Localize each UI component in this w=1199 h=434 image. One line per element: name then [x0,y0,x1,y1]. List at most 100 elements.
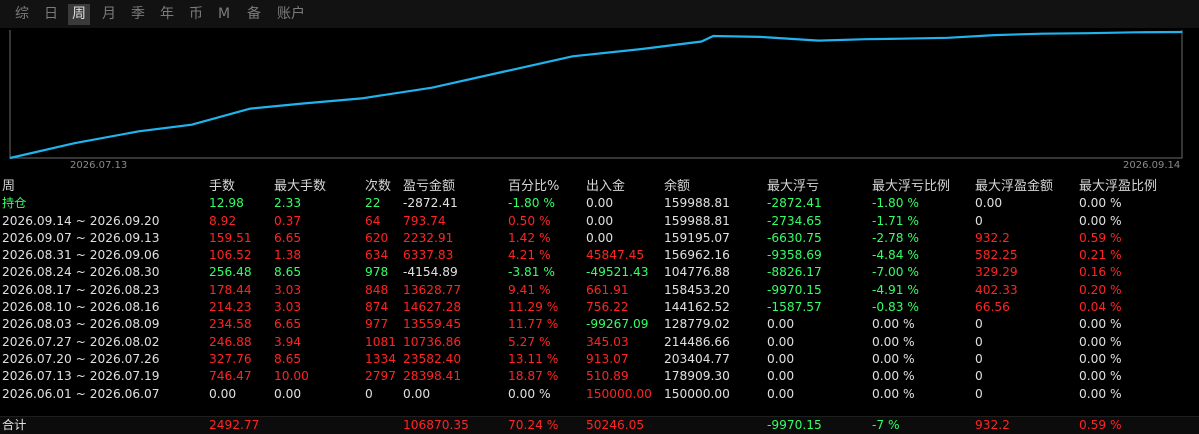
table-row-7-cell-0: 2026.08.03 ~ 2026.08.09 [2,317,160,332]
tab-8[interactable]: 备 [242,4,266,25]
tab-6[interactable]: 币 [184,4,208,25]
table-row-3-cell-1: 106.52 [209,248,252,263]
total-row-cell-10: 932.2 [975,418,1010,432]
balance-point-19 [1040,33,1042,35]
table-row-5-cell-2: 3.03 [274,282,302,297]
table-header-cell-4: 盈亏金额 [403,179,456,194]
table-row-2-cell-2: 6.65 [274,230,302,245]
table-row-3-cell-9: -4.84 % [872,248,919,263]
table-row-5-cell-10: 402.33 [975,282,1018,297]
table-row-3-cell-5: 4.21 % [508,248,551,263]
tab-4[interactable]: 季 [126,4,150,25]
table-row-1: 2026.09.14 ~ 2026.09.20 8.92 0.37 64 793.74 0… [0,213,1199,230]
total-row-cell-1: 2492.77 [209,418,260,432]
table-header-cell-0: 周 [2,179,16,194]
table-row-4-cell-7: 104776.88 [664,265,730,280]
table-row-10: 2026.07.13 ~ 2026.07.19 746.47 10.00 2797 28… [0,368,1199,385]
table-row-8-cell-7: 214486.66 [664,334,730,349]
tab-0[interactable]: 综 [10,4,34,25]
table-row-8-cell-5: 5.27 % [508,334,551,349]
table-header-cell-2: 最大手数 [274,179,327,194]
balance-point-12 [712,35,714,37]
table-row-8-cell-1: 246.88 [209,334,252,349]
tab-1[interactable]: 日 [39,4,63,25]
table-row-4-cell-9: -7.00 % [872,265,919,280]
balance-point-7 [431,87,433,89]
table-row-11-cell-9: 0.00 % [872,386,915,401]
table-row-2-cell-8: -6630.75 [767,230,822,245]
table-row-10-cell-9: 0.00 % [872,369,915,384]
table-row-3-cell-2: 1.38 [274,248,302,263]
table-row-10-cell-10: 0 [975,369,983,384]
table-row-10-cell-6: 510.89 [586,369,629,384]
table-row-11-cell-6: 150000.00 [586,386,652,401]
table-row-6-cell-7: 144162.52 [664,300,730,315]
table-row-7-cell-7: 128779.02 [664,317,730,332]
total-row-cell-11: 0.59 % [1079,418,1122,432]
table-row-9-cell-1: 327.76 [209,351,252,366]
table-row-6-cell-11: 0.04 % [1079,300,1122,315]
table-row-7-cell-4: 13559.45 [403,317,462,332]
table-row-2-cell-5: 1.42 % [508,230,551,245]
table-row-9-cell-8: 0.00 [767,351,795,366]
table-row-8-cell-9: 0.00 % [872,334,915,349]
tab-2[interactable]: 周 [68,4,90,25]
chart-axes [9,30,1183,159]
table-row-8-cell-6: 345.03 [586,334,629,349]
table-row-2: 2026.09.07 ~ 2026.09.13 159.51 6.65 620 2232… [0,230,1199,247]
table-row-5-cell-7: 158453.20 [664,282,730,297]
balance-line-chart [9,30,1183,160]
table-row-8-cell-8: 0.00 [767,334,795,349]
table-row-0-cell-8: -2872.41 [767,196,822,211]
table-row-7: 2026.08.03 ~ 2026.08.09 234.58 6.65 977 1355… [0,316,1199,333]
table-row-6-cell-6: 756.22 [586,300,629,315]
table-header-cell-8: 最大浮亏 [767,179,820,194]
table-row-8-cell-3: 1081 [365,334,397,349]
table-row-0-cell-11: 0.00 % [1079,196,1122,211]
table-row-3-cell-11: 0.21 % [1079,248,1122,263]
table-header-cell-11: 最大浮盈比例 [1079,179,1158,194]
table-row-0-cell-1: 12.98 [209,196,244,211]
table-row-2-cell-7: 159195.07 [664,230,730,245]
table-row-3-cell-10: 582.25 [975,248,1018,263]
table-row-9-cell-9: 0.00 % [872,351,915,366]
table-row-11-cell-1: 0.00 [209,386,237,401]
table-row-1-cell-4: 793.74 [403,213,446,228]
table-row-6-cell-10: 66.56 [975,300,1010,315]
table-row-8-cell-4: 10736.86 [403,334,462,349]
table-row-10-cell-7: 178909.30 [664,369,730,384]
table-row-11: 2026.06.01 ~ 2026.06.07 0.00 0.00 0 0.00 0.00… [0,386,1199,403]
balance-point-0 [9,157,11,159]
balance-point-14 [818,39,820,42]
table-row-8-cell-0: 2026.07.27 ~ 2026.08.02 [2,334,160,349]
balance-series-line [9,30,1183,160]
table-row-6-cell-9: -0.83 % [872,300,919,315]
balance-point-20 [1087,32,1089,34]
table-row-0-cell-0: 持仓 [2,196,27,211]
table-row-4-cell-2: 8.65 [274,265,302,280]
balance-point-5 [302,102,304,105]
table-row-3-cell-3: 634 [365,248,389,263]
table-row-1-cell-6: 0.00 [586,213,614,228]
table-row-4-cell-10: 329.29 [975,265,1018,280]
total-row-cell-8: -9970.15 [767,418,822,432]
table-row-6-cell-4: 14627.28 [403,300,462,315]
x-tick-label-start: 2026.07.13 [70,160,128,171]
table-row-2-cell-6: 0.00 [586,230,614,245]
table-row-10-cell-1: 746.47 [209,369,252,384]
table-row-10-cell-8: 0.00 [767,369,795,384]
table-row-6-cell-5: 11.29 % [508,300,559,315]
x-tick-label-end: 2026.09.14 [1123,160,1181,171]
table-row-5-cell-4: 13628.77 [403,282,462,297]
tab-7[interactable]: M [213,4,235,25]
table-row-4-cell-0: 2026.08.24 ~ 2026.08.30 [2,265,160,280]
tab-5[interactable]: 年 [155,4,179,25]
balance-point-18 [993,34,996,36]
tab-3[interactable]: 月 [97,4,121,25]
period-tab-bar: 综日周月季年币 M 备账户 [0,0,1199,28]
table-row-6-cell-8: -1587.57 [767,300,822,315]
table-row-9-cell-4: 23582.40 [403,351,462,366]
tab-9[interactable]: 账户 [273,4,309,25]
table-row-1-cell-3: 64 [365,213,381,228]
table-row-2-cell-9: -2.78 % [872,230,919,245]
